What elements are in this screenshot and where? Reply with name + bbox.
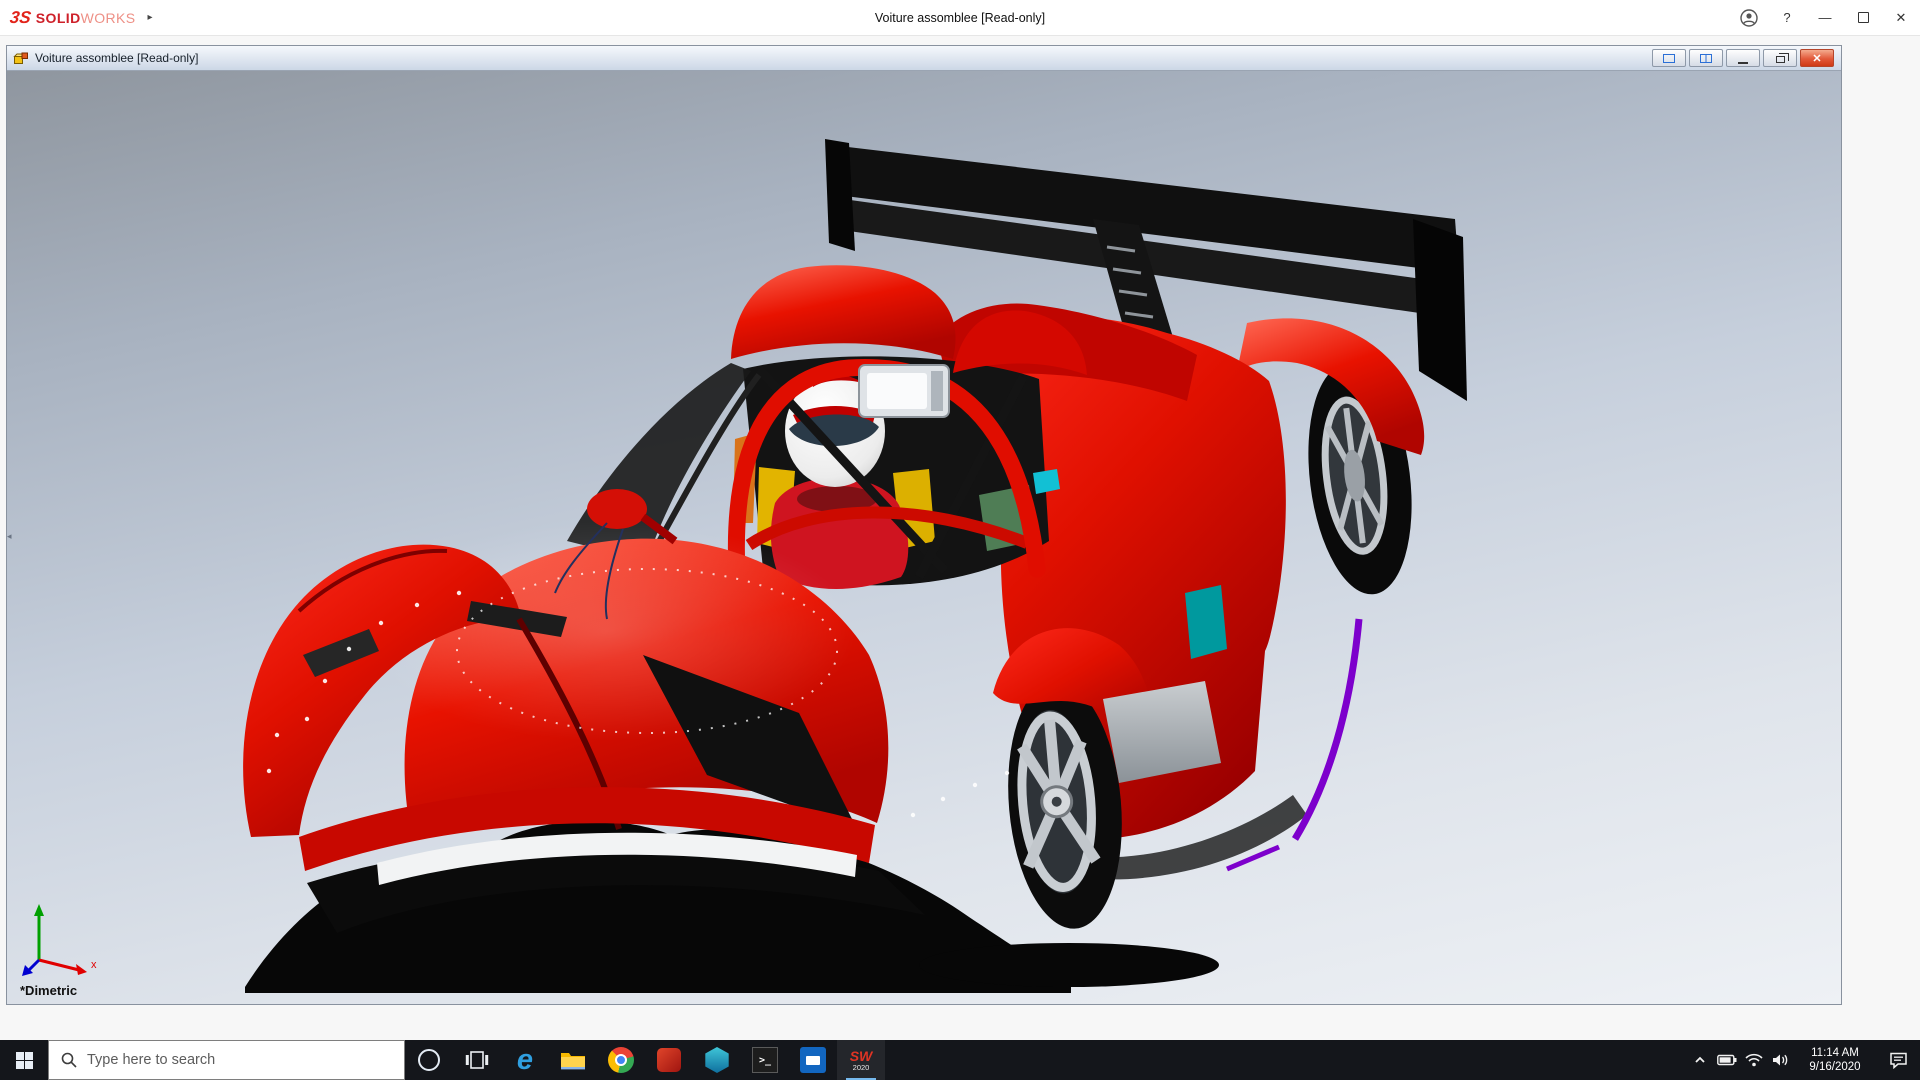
help-icon[interactable]: ? [1768, 0, 1806, 35]
graphics-viewport[interactable]: ◂ x *Dimetric [7, 71, 1841, 1004]
doc-restore-button[interactable] [1763, 49, 1797, 67]
doc-close-button[interactable]: ✕ [1800, 49, 1834, 67]
chrome-icon [608, 1047, 634, 1073]
screen: 3S SOLIDWORKS ▸ Voiture assomblee [Read-… [0, 0, 1920, 1080]
command-prompt-button[interactable]: >_ [741, 1040, 789, 1080]
volume-icon[interactable] [1767, 1040, 1794, 1080]
blue-app-icon [800, 1047, 826, 1073]
account-icon[interactable] [1730, 0, 1768, 35]
solidworks-viewer-button[interactable] [693, 1040, 741, 1080]
orientation-triad: x [21, 902, 107, 978]
task-view-button[interactable] [453, 1040, 501, 1080]
rearview-mirror[interactable] [859, 365, 949, 417]
document-window: Voiture assomblee [Read-only] ✕ [6, 45, 1842, 1005]
solidworks-2020-button[interactable]: SW 2020 [837, 1040, 885, 1080]
start-button[interactable] [0, 1040, 48, 1080]
orientation-label: *Dimetric [20, 983, 77, 998]
window-title: Voiture assomblee [Read-only] [0, 0, 1920, 36]
solidworks-2020-icon: SW 2020 [850, 1049, 873, 1072]
red-app-button[interactable] [645, 1040, 693, 1080]
chrome-button[interactable] [597, 1040, 645, 1080]
blue-app-button[interactable] [789, 1040, 837, 1080]
maximize-button[interactable] [1844, 0, 1882, 35]
app-titlebar: 3S SOLIDWORKS ▸ Voiture assomblee [Read-… [0, 0, 1920, 36]
network-icon[interactable] [1740, 1040, 1767, 1080]
mdi-area: Voiture assomblee [Read-only] ✕ [0, 37, 1920, 1040]
triad-x-label: x [91, 959, 97, 971]
viewport-single-button[interactable] [1652, 49, 1686, 67]
taskbar: e >_ SW 2020 [0, 1040, 1920, 1080]
document-titlebar[interactable]: Voiture assomblee [Read-only] ✕ [7, 46, 1841, 71]
cortana-button[interactable] [405, 1040, 453, 1080]
brand-works-text: WORKS [81, 10, 136, 26]
battery-icon[interactable] [1713, 1040, 1740, 1080]
edge-button[interactable]: e [501, 1040, 549, 1080]
red-app-icon [657, 1048, 681, 1072]
solidworks-logo-icon: 3S [9, 8, 33, 28]
assembly-icon [13, 50, 29, 66]
clock-date: 9/16/2020 [1798, 1060, 1872, 1074]
action-center-icon[interactable] [1876, 1040, 1920, 1080]
brand-solid-text: SOLID [36, 10, 81, 26]
solidworks-viewer-icon [704, 1047, 730, 1073]
tray-chevron-icon[interactable] [1686, 1040, 1713, 1080]
minimize-button[interactable]: — [1806, 0, 1844, 35]
doc-minimize-button[interactable] [1726, 49, 1760, 67]
solidworks-logo: 3S SOLIDWORKS ▸ [0, 8, 153, 28]
edge-icon: e [517, 1046, 533, 1075]
document-window-controls: ✕ [1652, 49, 1837, 67]
clock-time: 11:14 AM [1798, 1046, 1872, 1060]
document-title: Voiture assomblee [Read-only] [35, 51, 198, 65]
search-icon [61, 1052, 77, 1068]
file-explorer-icon [560, 1049, 586, 1071]
file-explorer-button[interactable] [549, 1040, 597, 1080]
cortana-icon [418, 1049, 440, 1071]
task-view-icon [465, 1049, 489, 1071]
car-model[interactable] [7, 71, 1841, 1004]
command-prompt-icon: >_ [752, 1047, 778, 1073]
taskbar-search[interactable] [48, 1040, 405, 1080]
taskbar-clock[interactable]: 11:14 AM 9/16/2020 [1794, 1046, 1876, 1074]
search-input[interactable] [87, 1052, 377, 1068]
side-mirror[interactable] [587, 489, 647, 529]
window-controls: ? — ✕ [1730, 0, 1920, 35]
close-button[interactable]: ✕ [1882, 0, 1920, 35]
panel-collapse-arrow-icon[interactable]: ◂ [7, 523, 19, 549]
viewport-split-button[interactable] [1689, 49, 1723, 67]
system-tray: 11:14 AM 9/16/2020 [1686, 1040, 1920, 1080]
menu-flyout-arrow-icon[interactable]: ▸ [147, 12, 152, 23]
